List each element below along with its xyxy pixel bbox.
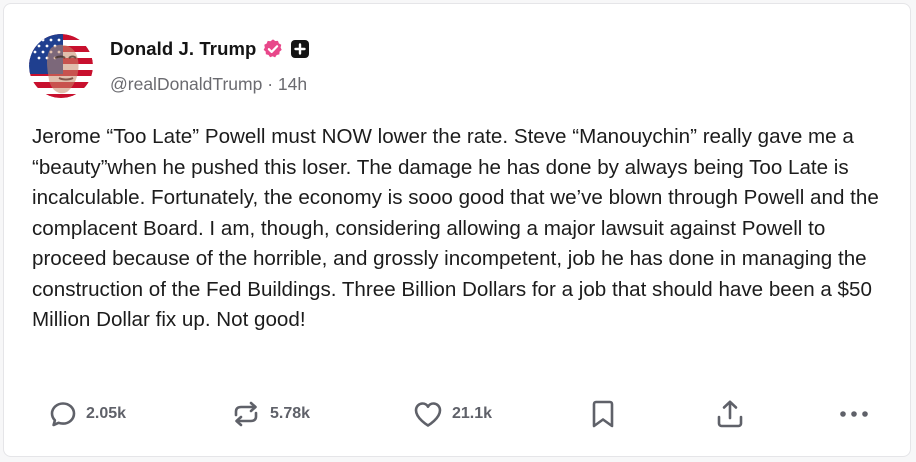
heart-icon [412,399,444,429]
share-button[interactable] [715,396,745,432]
more-options-button[interactable] [838,396,870,432]
bookmark-button[interactable] [589,396,617,432]
reply-count: 2.05k [86,405,127,422]
repost-button[interactable]: 5.78k [230,396,310,432]
reply-button[interactable]: 2.05k [48,396,126,432]
repost-count: 5.78k [270,405,311,422]
author-handle[interactable]: @realDonaldTrump [110,74,262,94]
repost-icon [230,399,262,429]
post-card: Donald J. Trump @realDonaldTrump · 14h J… [3,3,911,457]
more-icon [838,409,870,419]
meta-separator: · [267,74,274,94]
author-name-row: Donald J. Trump [110,37,310,61]
share-icon [715,398,745,430]
avatar-image [29,34,93,98]
reply-icon [48,399,78,429]
like-button[interactable]: 21.1k [412,396,492,432]
like-count: 21.1k [452,405,493,422]
author-meta: @realDonaldTrump · 14h [110,74,307,95]
plus-badge-icon [290,39,310,59]
post-text: Jerome “Too Late” Powell must NOW lower … [32,125,879,331]
post-timestamp[interactable]: 14h [278,74,307,94]
avatar[interactable] [29,34,93,98]
verified-badge-icon [262,38,284,60]
author-display-name[interactable]: Donald J. Trump [110,38,256,60]
post-actions: 2.05k 5.78k 21.1k [4,396,910,432]
bookmark-icon [589,398,617,430]
